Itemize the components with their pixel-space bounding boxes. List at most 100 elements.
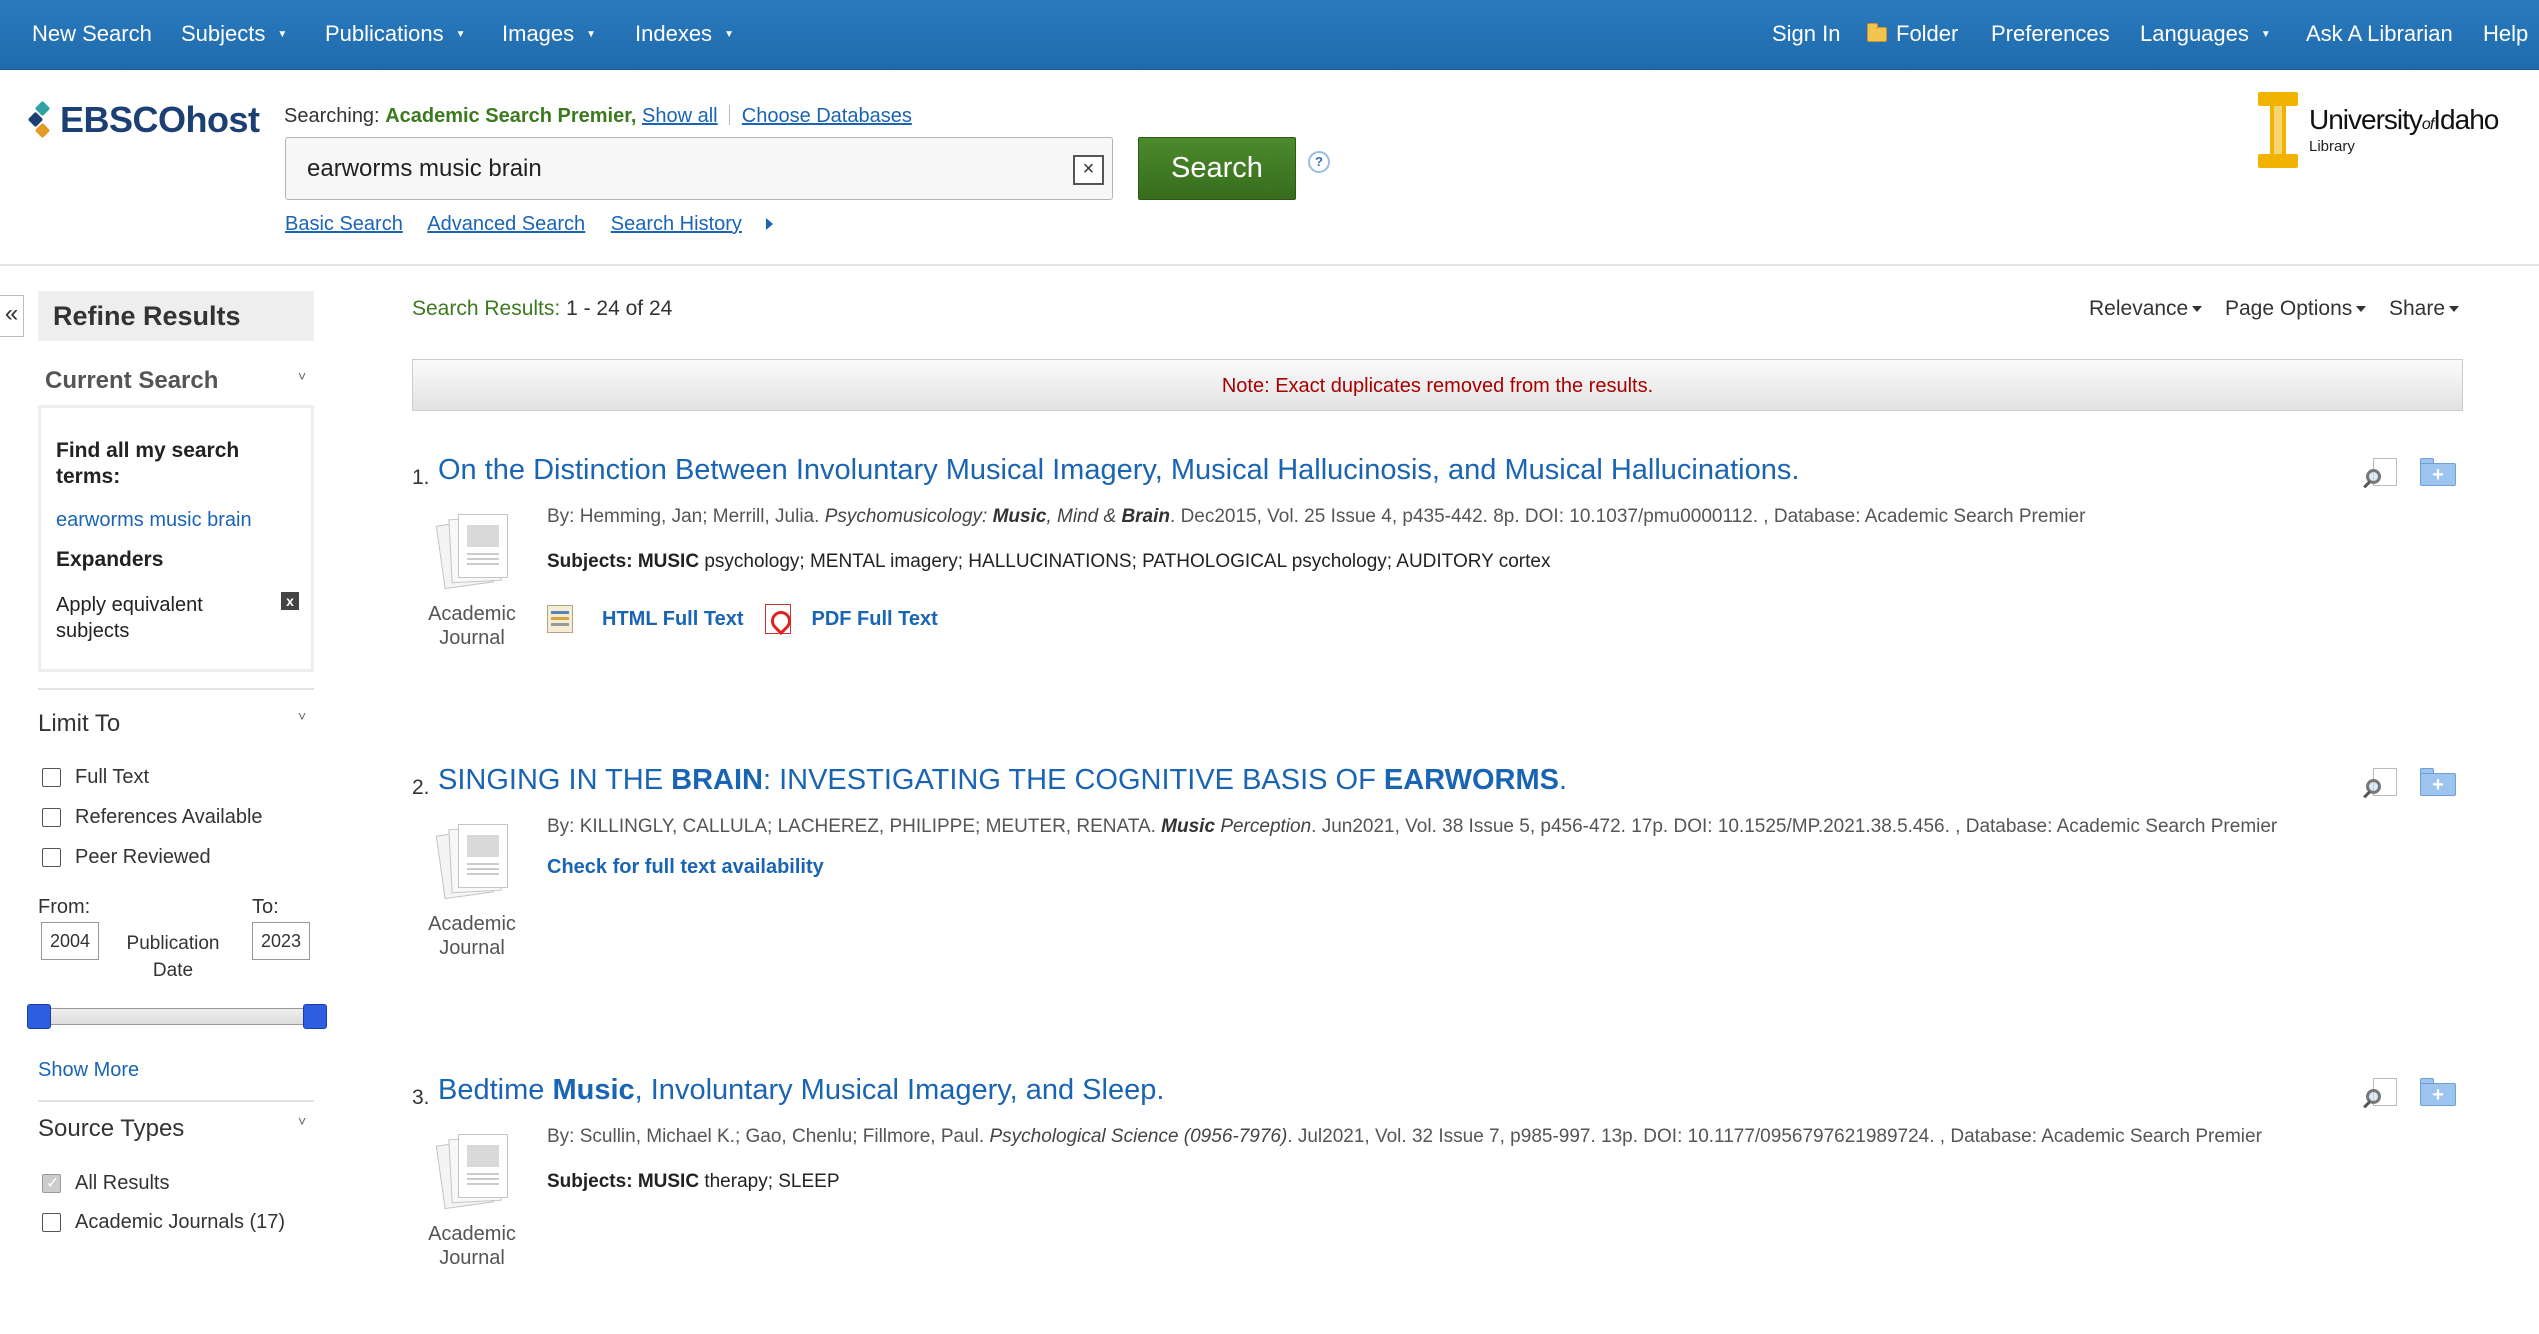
publication-date-label: Publication Date (126, 933, 220, 981)
institution-name: UniversityofIdaho (2309, 104, 2499, 135)
duplicates-note: Note: Exact duplicates removed from the … (412, 359, 2463, 411)
document-thumbnail-icon[interactable] (428, 1134, 512, 1218)
pdf-full-text-link[interactable]: PDF Full Text (811, 608, 937, 631)
checkbox[interactable] (42, 1213, 61, 1232)
current-search-terms: earworms music brain (56, 509, 252, 531)
limit-full-text[interactable]: Full Text (42, 766, 149, 789)
document-thumbnail-icon[interactable] (428, 824, 512, 908)
preview-icon[interactable] (2363, 1078, 2399, 1109)
nav-images[interactable]: Images ▼ (502, 0, 596, 70)
nav-publications[interactable]: Publications ▼ (325, 0, 466, 70)
checkbox-checked[interactable] (42, 1173, 61, 1193)
add-to-folder-icon[interactable]: + (2420, 768, 2456, 796)
result-title-link[interactable]: SINGING IN THE BRAIN: INVESTIGATING THE … (438, 764, 1567, 797)
checkbox[interactable] (42, 808, 61, 827)
source-all-results[interactable]: All Results (42, 1172, 169, 1195)
html-full-text-link[interactable]: HTML Full Text (602, 608, 743, 631)
document-type: Academic Journal (428, 603, 516, 649)
nav-help[interactable]: Help (2483, 0, 2528, 70)
search-history-link[interactable]: Search History (611, 213, 742, 235)
search-button[interactable]: Search (1138, 137, 1296, 200)
help-icon[interactable]: ? (1308, 151, 1330, 173)
limit-peer-reviewed[interactable]: Peer Reviewed (42, 846, 211, 869)
add-to-folder-icon[interactable]: + (2420, 458, 2456, 486)
clear-icon[interactable]: × (1073, 155, 1104, 185)
limit-references-available[interactable]: References Available (42, 806, 263, 829)
nav-ask-a-librarian[interactable]: Ask A Librarian (2306, 0, 2453, 70)
current-search-heading[interactable]: Current Search (45, 367, 218, 395)
nav-preferences[interactable]: Preferences (1991, 0, 2110, 70)
basic-search-link[interactable]: Basic Search (285, 213, 403, 235)
expanders-label: Expanders (56, 548, 164, 571)
institution-logo: UniversityofIdaho Library (2258, 92, 2499, 172)
triangle-right-icon (765, 218, 773, 230)
check-full-text-link[interactable]: Check for full text availability (547, 856, 824, 879)
result-citation: By: Hemming, Jan; Merrill, Julia. Psycho… (547, 506, 2086, 527)
document-thumbnail-icon[interactable] (428, 514, 512, 598)
folder-icon (1867, 23, 1887, 42)
choose-databases-link[interactable]: Choose Databases (742, 105, 912, 127)
search-input[interactable] (307, 152, 1047, 186)
limit-to-heading[interactable]: Limit To (38, 710, 120, 738)
add-to-folder-icon[interactable]: + (2420, 1078, 2456, 1106)
chevron-down-icon[interactable]: ˅ (298, 1113, 306, 1129)
caret-down-icon: ▼ (586, 29, 597, 41)
show-all-link[interactable]: Show all (642, 105, 718, 127)
result-number: 3. (412, 1086, 430, 1109)
collapse-sidebar-button[interactable]: « (0, 295, 24, 337)
result-item: 3. Bedtime Music, Involuntary Musical Im… (412, 1074, 2463, 1334)
result-title-link[interactable]: Bedtime Music, Involuntary Musical Image… (438, 1074, 1164, 1107)
date-range-slider[interactable] (38, 1008, 314, 1025)
chevron-down-icon[interactable]: ˅ (298, 708, 306, 724)
share-dropdown[interactable]: Share (2389, 297, 2460, 321)
pdf-icon[interactable] (765, 604, 792, 634)
current-search-panel: Find all my search terms: earworms music… (38, 405, 314, 672)
result-item: 1. On the Distinction Between Involuntar… (412, 454, 2463, 714)
ebscohost-logo[interactable]: EBSCOhost (27, 98, 260, 142)
caret-down-icon (2449, 306, 2460, 312)
preview-icon[interactable] (2363, 458, 2399, 489)
to-label: To: (252, 896, 279, 918)
database-name: Academic Search Premier, (385, 105, 637, 127)
page-options-dropdown[interactable]: Page Options (2225, 297, 2367, 321)
nav-subjects[interactable]: Subjects ▼ (181, 0, 287, 70)
remove-expander-button[interactable]: x (281, 592, 299, 610)
nav-folder[interactable]: Folder (1867, 0, 1958, 70)
divider (38, 1100, 314, 1102)
slider-handle-end[interactable] (303, 1004, 327, 1029)
nav-new-search[interactable]: New Search (32, 0, 152, 70)
search-box: × (285, 137, 1113, 200)
full-text-links: HTML Full Text PDF Full Text (547, 604, 938, 634)
result-number: 1. (412, 466, 430, 489)
checkbox[interactable] (42, 768, 61, 787)
document-type: Academic Journal (428, 913, 516, 959)
results-count: Search Results: 1 - 24 of 24 (412, 297, 673, 320)
result-number: 2. (412, 776, 430, 799)
from-label: From: (38, 896, 91, 918)
html-full-text-icon[interactable] (547, 605, 573, 633)
ebsco-logo-mark-icon (27, 100, 56, 139)
nav-languages[interactable]: Languages ▼ (2140, 0, 2271, 70)
from-year-input[interactable]: 2004 (41, 922, 99, 960)
checkbox[interactable] (42, 848, 61, 867)
result-title-link[interactable]: On the Distinction Between Involuntary M… (438, 454, 1799, 487)
chevron-down-icon[interactable]: ˅ (298, 368, 306, 384)
relevance-dropdown[interactable]: Relevance (2089, 297, 2203, 321)
result-citation: By: Scullin, Michael K.; Gao, Chenlu; Fi… (547, 1126, 2262, 1147)
nav-sign-in[interactable]: Sign In (1772, 0, 1841, 70)
slider-handle-start[interactable] (27, 1004, 51, 1029)
separator (729, 105, 731, 125)
searching-label: Searching: (284, 105, 380, 127)
result-subjects: Subjects: MUSIC psychology; MENTAL image… (547, 551, 1551, 572)
show-more-link[interactable]: Show More (38, 1059, 139, 1082)
result-citation: By: KILLINGLY, CALLULA; LACHEREZ, PHILIP… (547, 816, 2278, 837)
nav-indexes[interactable]: Indexes ▼ (635, 0, 734, 70)
search-header: EBSCOhost Searching: Academic Search Pre… (0, 70, 2539, 266)
search-mode-links: Basic Search Advanced Search Search Hist… (285, 213, 773, 236)
to-year-input[interactable]: 2023 (252, 922, 310, 960)
refine-results-heading: Refine Results (38, 291, 314, 341)
advanced-search-link[interactable]: Advanced Search (427, 213, 585, 235)
preview-icon[interactable] (2363, 768, 2399, 799)
top-nav-bar: New Search Subjects ▼ Publications ▼ Image… (0, 0, 2539, 70)
source-types-heading[interactable]: Source Types (38, 1115, 184, 1143)
